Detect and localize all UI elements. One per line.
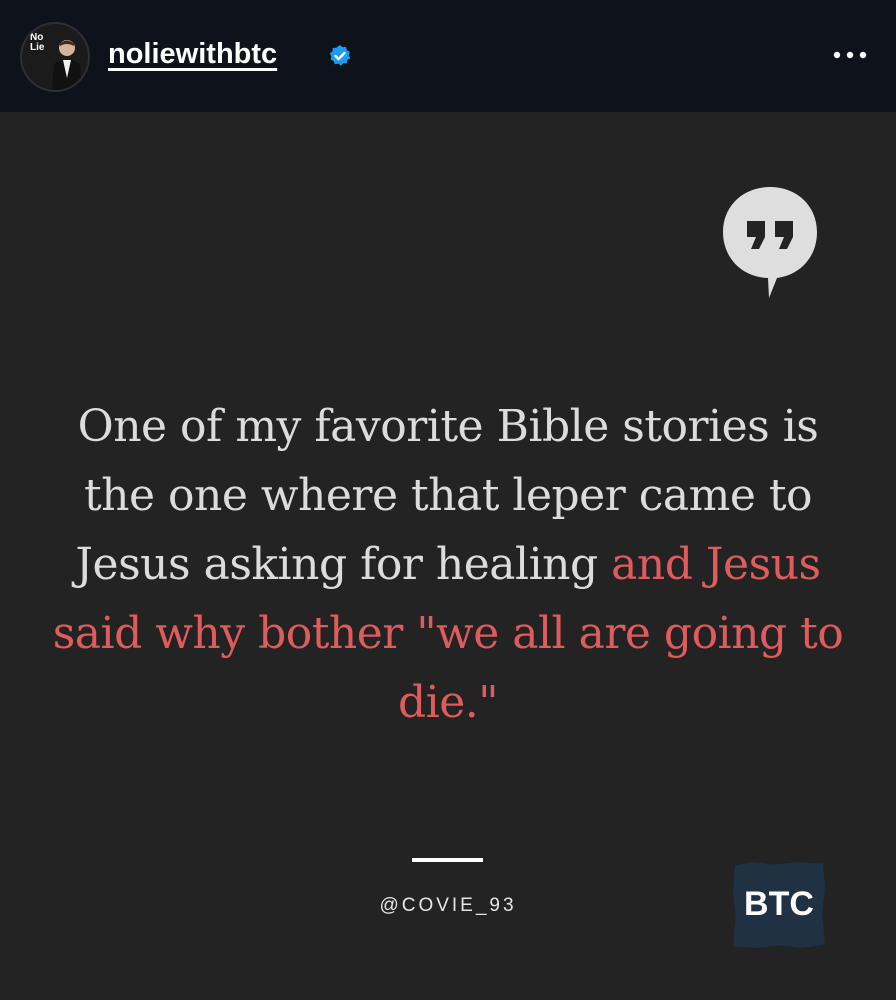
more-options-icon[interactable] bbox=[828, 40, 872, 70]
btc-brand-logo: BTC bbox=[733, 862, 825, 948]
avatar-person-image bbox=[52, 40, 82, 90]
avatar[interactable]: No Lie bbox=[22, 24, 88, 90]
author-handle: @COVIE_93 bbox=[379, 895, 517, 916]
divider bbox=[412, 858, 483, 862]
quote-text: One of my favorite Bible stories is the … bbox=[40, 392, 856, 737]
verified-badge-icon bbox=[329, 45, 351, 66]
btc-logo-text: BTC bbox=[744, 885, 814, 923]
post-header: No Lie noliewithbtc bbox=[0, 0, 896, 112]
quote-bubble-icon bbox=[723, 187, 817, 298]
username-link[interactable]: noliewithbtc bbox=[108, 36, 277, 72]
avatar-logo: No Lie bbox=[30, 32, 45, 53]
